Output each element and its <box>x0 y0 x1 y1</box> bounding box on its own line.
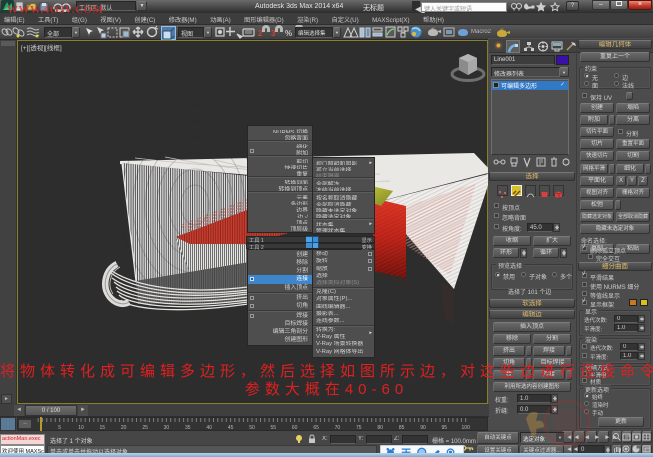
svg-text:%: % <box>285 29 292 38</box>
